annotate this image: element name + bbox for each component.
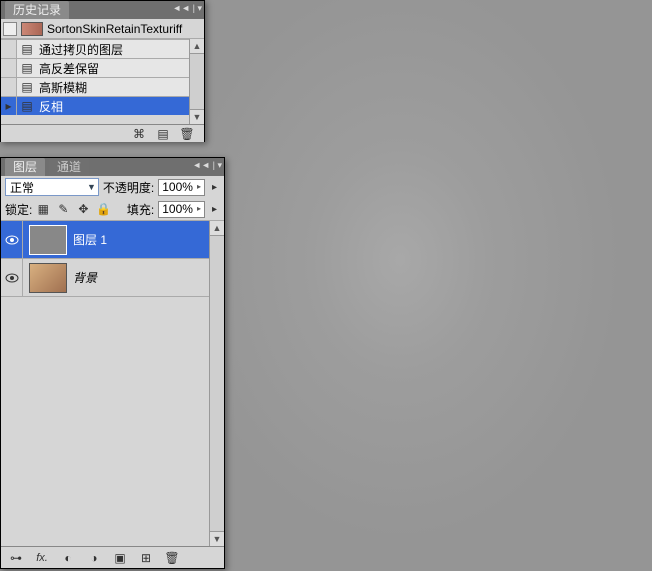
fill-label: 填充: xyxy=(127,201,154,218)
opacity-input[interactable]: 100% ▸ xyxy=(158,179,205,196)
spinner-icon[interactable]: ▸ xyxy=(197,183,201,191)
history-footer: ⌘ ▤ 🗑 xyxy=(1,124,204,142)
layer-thumb[interactable] xyxy=(29,225,67,255)
chevron-down-icon: ▼ xyxy=(87,182,96,192)
fill-input[interactable]: 100% ▸ xyxy=(158,201,205,218)
trash-icon[interactable]: 🗑 xyxy=(165,551,179,565)
filter-icon: ▤ xyxy=(17,80,37,94)
scroll-up-icon[interactable]: ▲ xyxy=(190,39,204,54)
lock-move-icon[interactable]: ✥ xyxy=(76,202,90,216)
channels-tab[interactable]: 通道 xyxy=(49,158,89,176)
panel-dock-controls[interactable]: ◄◄ | ▾ xyxy=(192,160,222,171)
fill-flyout-icon[interactable]: ▸ xyxy=(209,204,220,215)
history-step[interactable]: ▤ 高斯模糊 xyxy=(1,77,204,96)
layer-row[interactable]: 背景 🔒 xyxy=(1,259,224,297)
opacity-label: 不透明度: xyxy=(103,179,154,196)
filter-icon: ▤ xyxy=(17,61,37,75)
layers-controls: 正常 ▼ 不透明度: 100% ▸ ▸ 锁定: ▦ ✎ ✥ 🔒 填充: 100%… xyxy=(1,176,224,221)
history-tab[interactable]: 历史记录 xyxy=(5,1,69,19)
blend-mode-select[interactable]: 正常 ▼ xyxy=(5,178,99,196)
adjustment-icon[interactable]: ◑ xyxy=(87,551,101,565)
lock-label: 锁定: xyxy=(5,201,32,218)
group-icon[interactable]: ▣ xyxy=(113,551,127,565)
layers-tab[interactable]: 图层 xyxy=(5,158,45,176)
layer-list: 图层 1 背景 🔒 ▲ ▼ xyxy=(1,221,224,546)
visibility-toggle[interactable] xyxy=(1,221,23,258)
scroll-down-icon[interactable]: ▼ xyxy=(190,109,204,124)
scroll-up-icon[interactable]: ▲ xyxy=(210,221,224,236)
lock-buttons: ▦ ✎ ✥ 🔒 xyxy=(36,202,110,216)
link-layers-icon[interactable]: ⊶ xyxy=(9,551,23,565)
history-step-label: 通过拷贝的图层 xyxy=(37,41,123,58)
layer-row-selected[interactable]: 图层 1 xyxy=(1,221,224,259)
trash-icon[interactable]: 🗑 xyxy=(180,127,194,141)
history-scrollbar[interactable]: ▲ ▼ xyxy=(189,39,204,124)
history-panel: 历史记录 ◄◄ | ▾ SortonSkinRetainTexturiff ▤ … xyxy=(0,0,205,142)
layers-scrollbar[interactable]: ▲ ▼ xyxy=(209,221,224,546)
history-brush-gutter[interactable] xyxy=(1,78,17,96)
history-brush-gutter[interactable] xyxy=(1,59,17,77)
history-step[interactable]: ▤ 通过拷贝的图层 xyxy=(1,39,204,58)
lock-transparency-icon[interactable]: ▦ xyxy=(36,202,50,216)
history-step-label: 高反差保留 xyxy=(37,60,99,77)
layers-titlebar[interactable]: 图层 通道 ◄◄ | ▾ xyxy=(1,158,224,176)
layer-thumb[interactable] xyxy=(29,263,67,293)
new-layer-icon[interactable]: ⊞ xyxy=(139,551,153,565)
history-source-checkbox[interactable] xyxy=(3,22,17,36)
history-step-selected[interactable]: ▸ ▤ 反相 xyxy=(1,96,204,115)
visibility-toggle[interactable] xyxy=(1,259,23,296)
history-source-name: SortonSkinRetainTexturiff xyxy=(47,22,182,36)
spinner-icon[interactable]: ▸ xyxy=(197,205,201,213)
history-brush-gutter[interactable]: ▸ xyxy=(1,97,17,115)
snapshot-icon[interactable]: ⌘ xyxy=(132,127,146,141)
history-step-label: 反相 xyxy=(37,98,63,115)
layer-copy-icon: ▤ xyxy=(17,42,37,56)
layers-footer: ⊶ fx. ◐ ◑ ▣ ⊞ 🗑 xyxy=(1,546,224,568)
lock-all-icon[interactable]: 🔒 xyxy=(96,202,110,216)
new-doc-icon[interactable]: ▤ xyxy=(156,127,170,141)
history-brush-gutter[interactable] xyxy=(1,40,17,58)
panel-dock-controls[interactable]: ◄◄ | ▾ xyxy=(172,3,202,14)
scroll-down-icon[interactable]: ▼ xyxy=(210,531,224,546)
history-titlebar[interactable]: 历史记录 ◄◄ | ▾ xyxy=(1,1,204,19)
history-body: SortonSkinRetainTexturiff ▤ 通过拷贝的图层 ▤ 高反… xyxy=(1,19,204,124)
history-source-thumb xyxy=(21,22,43,36)
history-step-label: 高斯模糊 xyxy=(37,79,87,96)
blend-mode-value: 正常 xyxy=(10,179,34,196)
history-step[interactable]: ▤ 高反差保留 xyxy=(1,58,204,77)
layer-name[interactable]: 图层 1 xyxy=(73,231,224,248)
lock-paint-icon[interactable]: ✎ xyxy=(56,202,70,216)
layer-name[interactable]: 背景 xyxy=(73,269,204,286)
mask-icon[interactable]: ◐ xyxy=(61,551,75,565)
fx-icon[interactable]: fx. xyxy=(35,551,49,565)
fill-value: 100% xyxy=(162,202,193,216)
history-source-row[interactable]: SortonSkinRetainTexturiff xyxy=(1,19,204,39)
opacity-flyout-icon[interactable]: ▸ xyxy=(209,182,220,193)
invert-icon: ▤ xyxy=(17,99,37,113)
layers-panel: 图层 通道 ◄◄ | ▾ 正常 ▼ 不透明度: 100% ▸ ▸ 锁定: ▦ ✎… xyxy=(0,157,225,569)
opacity-value: 100% xyxy=(162,180,193,194)
